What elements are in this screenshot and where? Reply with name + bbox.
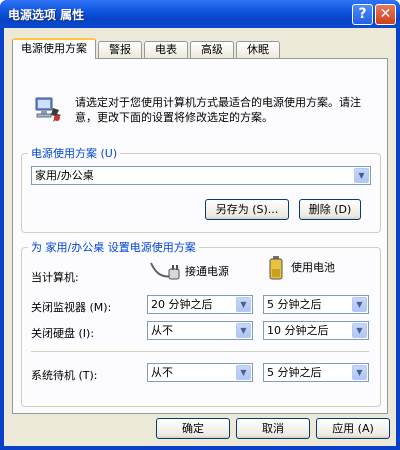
battery-power-label: 使用电池 [291, 261, 335, 274]
power-scheme-select[interactable]: 家用/办公桌 ▼ [31, 166, 371, 185]
power-scheme-legend: 电源使用方案 (U) [31, 147, 118, 160]
close-button[interactable]: ✕ [375, 4, 396, 25]
hard-disk-off-battery-select[interactable]: 10 分钟之后 ▼ [263, 321, 369, 340]
tab-power-meter[interactable]: 电表 [144, 41, 188, 58]
dialog-client-area: 电源使用方案 警报 电表 高级 休眠 请选定对于您使用计算机方式最适合的电源使用… [4, 28, 396, 446]
cancel-button[interactable]: 取消 [236, 418, 310, 439]
hard-disk-off-battery-value: 10 分钟之后 [267, 324, 329, 337]
delete-button[interactable]: 删除 (D) [299, 199, 361, 220]
monitor-off-battery-select[interactable]: 5 分钟之后 ▼ [263, 295, 369, 314]
hard-disk-off-ac-select[interactable]: 从不 ▼ [147, 321, 253, 340]
save-as-button[interactable]: 另存为 (S)... [205, 199, 289, 220]
chevron-down-icon[interactable]: ▼ [352, 365, 367, 380]
monitor-off-label: 关闭监视器 (M): [31, 301, 112, 314]
title-bar[interactable]: 电源选项 属性 ? ✕ [0, 0, 400, 28]
system-standby-battery-select[interactable]: 5 分钟之后 ▼ [263, 363, 369, 382]
tab-power-schemes[interactable]: 电源使用方案 [12, 38, 96, 59]
battery-icon [269, 256, 283, 280]
intro-text: 请选定对于您使用计算机方式最适合的电源使用方案。请注意，更改下面的设置将修改选定… [75, 96, 361, 124]
monitor-off-ac-select[interactable]: 20 分钟之后 ▼ [147, 295, 253, 314]
power-plug-icon [150, 262, 180, 280]
hard-disk-off-ac-value: 从不 [151, 324, 173, 337]
monitor-off-battery-value: 5 分钟之后 [267, 298, 322, 311]
tab-alarms[interactable]: 警报 [98, 41, 142, 58]
chevron-down-icon[interactable]: ▼ [236, 365, 251, 380]
settings-divider [31, 351, 369, 352]
dialog-window: 电源选项 属性 ? ✕ 电源使用方案 警报 电表 高级 休眠 请选定对于您使用计… [0, 0, 400, 450]
chevron-down-icon[interactable]: ▼ [354, 168, 369, 183]
ok-button[interactable]: 确定 [156, 418, 230, 439]
chevron-down-icon[interactable]: ▼ [352, 297, 367, 312]
system-standby-battery-value: 5 分钟之后 [267, 366, 322, 379]
power-scheme-icon [35, 97, 61, 122]
help-button[interactable]: ? [352, 4, 373, 25]
scheme-settings-legend: 为 家用/办公桌 设置电源使用方案 [31, 241, 196, 254]
hard-disk-off-label: 关闭硬盘 (I): [31, 327, 95, 340]
apply-button[interactable]: 应用 (A) [316, 418, 390, 439]
chevron-down-icon[interactable]: ▼ [352, 323, 367, 338]
tab-panel: 请选定对于您使用计算机方式最适合的电源使用方案。请注意，更改下面的设置将修改选定… [12, 58, 388, 414]
system-standby-ac-select[interactable]: 从不 ▼ [147, 363, 253, 382]
window-title: 电源选项 属性 [8, 8, 85, 22]
when-computer-label: 当计算机: [31, 271, 79, 284]
tab-advanced[interactable]: 高级 [190, 41, 234, 58]
system-standby-ac-value: 从不 [151, 366, 173, 379]
tab-hibernate[interactable]: 休眠 [236, 41, 280, 58]
monitor-off-ac-value: 20 分钟之后 [151, 298, 213, 311]
chevron-down-icon[interactable]: ▼ [236, 297, 251, 312]
chevron-down-icon[interactable]: ▼ [236, 323, 251, 338]
ac-power-label: 接通电源 [185, 265, 229, 278]
system-standby-label: 系统待机 (T): [31, 369, 98, 382]
power-scheme-value: 家用/办公桌 [35, 169, 94, 182]
